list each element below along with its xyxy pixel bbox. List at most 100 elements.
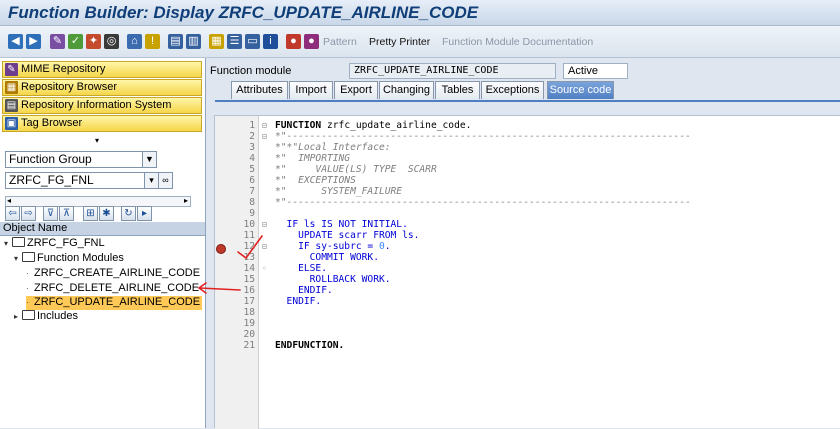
where-used-icon[interactable]: ⌂: [127, 34, 142, 49]
line-number: 11: [243, 230, 255, 241]
tree-node-function-modules[interactable]: ▾ Function Modules: [14, 252, 124, 266]
pattern-button[interactable]: Pattern: [323, 36, 357, 48]
navigation-window-icon[interactable]: ▥: [186, 34, 201, 49]
scroll-left-icon[interactable]: ◂: [7, 196, 11, 205]
line-number: 12: [243, 241, 255, 252]
tab-source-code[interactable]: Source code: [547, 81, 614, 99]
tab-tables[interactable]: Tables: [435, 81, 480, 99]
folder-icon: [12, 237, 25, 247]
fold-toggle-icon[interactable]: ◦: [262, 263, 272, 274]
code-line[interactable]: 7 *" SYSTEM_FAILURE: [215, 186, 840, 197]
function-module-field[interactable]: ZRFC_UPDATE_AIRLINE_CODE: [349, 63, 556, 79]
expand-triangle-icon[interactable]: ▸: [14, 310, 22, 323]
line-number: 5: [249, 164, 255, 175]
fm-documentation-button[interactable]: Function Module Documentation: [442, 36, 593, 48]
check-icon[interactable]: ✓: [68, 34, 83, 49]
code-line[interactable]: 3 *"*"Local Interface:: [215, 142, 840, 153]
set-session-breakpoint-icon[interactable]: ●: [304, 34, 319, 49]
nav-button-tag-browser[interactable]: ▣ Tag Browser: [2, 115, 202, 132]
line-number: 17: [243, 296, 255, 307]
code-line[interactable]: 20: [215, 329, 840, 340]
nav-button-repository-info-system[interactable]: ▤ Repository Information System: [2, 97, 202, 114]
code-line[interactable]: 6 *" EXCEPTIONS: [215, 175, 840, 186]
tree-node-includes[interactable]: ▸ Includes: [14, 310, 78, 324]
code-line[interactable]: 10 ⊟ IF ls IS NOT INITIAL.: [215, 219, 840, 230]
object-type-select[interactable]: Function Group ▼: [5, 151, 157, 168]
tree-node-function-group[interactable]: ▾ ZRFC_FG_FNL: [4, 237, 105, 251]
display-glasses-icon[interactable]: ∞: [158, 173, 172, 188]
line-number: 2: [249, 131, 255, 142]
code-line[interactable]: 1 ⊟ FUNCTION zrfc_update_airline_code.: [215, 120, 840, 131]
code-line[interactable]: 11 UPDATE scarr FROM ls.: [215, 230, 840, 241]
tab-attributes[interactable]: Attributes: [231, 81, 288, 99]
display-change-icon[interactable]: ✎: [50, 34, 65, 49]
structure-icon[interactable]: ☰: [227, 34, 242, 49]
code-text: *" EXCEPTIONS: [275, 175, 356, 186]
tree-node-fm-create[interactable]: · ZRFC_CREATE_AIRLINE_CODE: [26, 267, 200, 281]
collapse-toggle[interactable]: ▾: [95, 136, 99, 145]
scroll-right-icon[interactable]: ▸: [184, 196, 188, 205]
code-line[interactable]: 9: [215, 208, 840, 219]
pretty-printer-button[interactable]: Pretty Printer: [369, 36, 430, 48]
object-list-icon[interactable]: !: [145, 34, 160, 49]
nav-button-repository-browser[interactable]: ▦ Repository Browser: [2, 79, 202, 96]
code-line[interactable]: 16 ENDIF.: [215, 285, 840, 296]
code-line[interactable]: 5 *" VALUE(LS) TYPE SCARR: [215, 164, 840, 175]
chevron-down-icon[interactable]: ▼: [142, 152, 156, 167]
tab-changing[interactable]: Changing: [379, 81, 434, 99]
forward-arrow-icon[interactable]: ▶: [26, 34, 41, 49]
display-object-list-icon[interactable]: ▤: [168, 34, 183, 49]
code-line[interactable]: 14 ◦ ELSE.: [215, 263, 840, 274]
fold-toggle-icon[interactable]: ⊟: [262, 241, 272, 252]
code-line[interactable]: 18: [215, 307, 840, 318]
code-line[interactable]: 13 COMMIT WORK.: [215, 252, 840, 263]
code-line[interactable]: 2 ⊟ *"------------------------------------…: [215, 131, 840, 142]
code-line[interactable]: 4 *" IMPORTING: [215, 153, 840, 164]
tree-node-fm-delete[interactable]: · ZRFC_DELETE_AIRLINE_CODE: [26, 282, 199, 296]
code-text: ELSE.: [275, 263, 327, 274]
tree-node-fm-update[interactable]: · ZRFC_UPDATE_AIRLINE_CODE: [26, 296, 202, 310]
fullscreen-icon[interactable]: ▭: [245, 34, 260, 49]
line-number: 14: [243, 263, 255, 274]
collapse-triangle-icon[interactable]: ▾: [4, 237, 12, 250]
code-line[interactable]: 19: [215, 318, 840, 329]
fold-toggle-icon[interactable]: ⊟: [262, 131, 272, 142]
code-line[interactable]: 21 ENDFUNCTION.: [215, 340, 840, 351]
tree-node-label: ZRFC_UPDATE_AIRLINE_CODE: [34, 296, 201, 308]
test-icon[interactable]: ◎: [104, 34, 119, 49]
next-object-icon[interactable]: ⇨: [21, 206, 36, 221]
tab-exceptions[interactable]: Exceptions: [481, 81, 544, 99]
tab-import[interactable]: Import: [289, 81, 333, 99]
tab-underline: [215, 100, 840, 102]
code-line[interactable]: 17 ENDIF.: [215, 296, 840, 307]
previous-object-icon[interactable]: ⇦: [5, 206, 20, 221]
favorites-icon[interactable]: ✱: [99, 206, 114, 221]
tab-export[interactable]: Export: [334, 81, 378, 99]
code-text: ENDFUNCTION.: [275, 340, 344, 351]
info-icon[interactable]: i: [263, 34, 278, 49]
code-line[interactable]: 12 ⊟ IF sy-subrc = 0.: [215, 241, 840, 252]
line-number: 18: [243, 307, 255, 318]
code-token: FUNCTION: [275, 120, 322, 131]
fold-toggle-icon[interactable]: ⊟: [262, 120, 272, 131]
code-text: COMMIT WORK.: [275, 252, 379, 263]
activate-icon[interactable]: ✦: [86, 34, 101, 49]
object-name-input[interactable]: ZRFC_FG_FNL ▾ ∞: [5, 172, 173, 189]
abap-source-editor[interactable]: 1 ⊟ FUNCTION zrfc_update_airline_code. 2 ⊟ *"…: [214, 115, 840, 429]
back-arrow-icon[interactable]: ◀: [8, 34, 23, 49]
hierarchy-icon[interactable]: ▦: [209, 34, 224, 49]
code-text: *"--------------------------------------…: [275, 197, 691, 208]
dropdown-icon[interactable]: ▾: [144, 173, 158, 188]
tree-icon[interactable]: ⊞: [83, 206, 98, 221]
filter-icon[interactable]: ⊽: [43, 206, 58, 221]
more-tools-icon[interactable]: ▸: [137, 206, 152, 221]
nav-button-mime-repository[interactable]: ✎ MIME Repository: [2, 61, 202, 78]
up-level-icon[interactable]: ⊼: [59, 206, 74, 221]
set-breakpoint-icon[interactable]: ●: [286, 34, 301, 49]
fold-toggle-icon[interactable]: ⊟: [262, 219, 272, 230]
code-line[interactable]: 8 *"-------------------------------------…: [215, 197, 840, 208]
code-line[interactable]: 15 ROLLBACK WORK.: [215, 274, 840, 285]
refresh-icon[interactable]: ↻: [121, 206, 136, 221]
collapse-triangle-icon[interactable]: ▾: [14, 252, 22, 265]
code-text: ENDIF.: [275, 285, 333, 296]
